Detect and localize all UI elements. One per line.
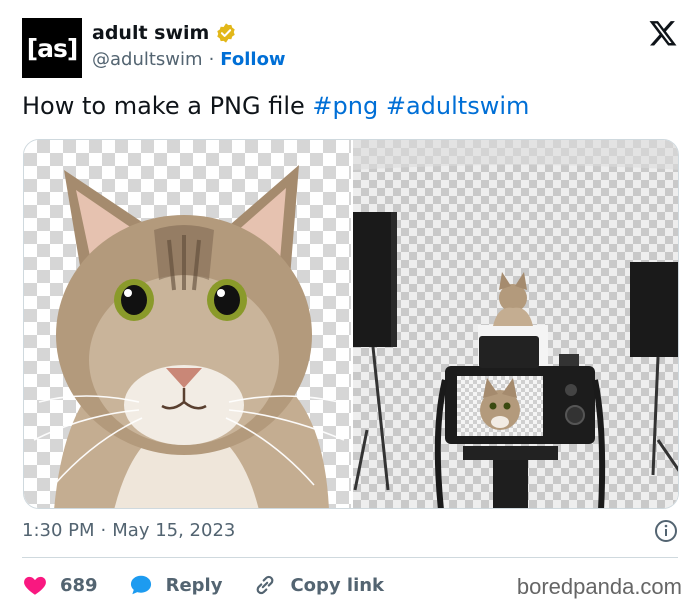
time: 1:30 PM — [22, 520, 95, 541]
divider — [22, 557, 678, 558]
x-logo-icon[interactable] — [648, 18, 678, 48]
action-bar: 689 Reply Copy link — [22, 572, 414, 598]
timestamp[interactable]: 1:30 PM · May 15, 2023 — [22, 520, 235, 541]
tweet-text: How to make a PNG file #png #adultswim — [22, 92, 529, 120]
handle-row: @adultswim · Follow — [92, 49, 286, 70]
display-name[interactable]: adult swim — [92, 22, 209, 44]
avatar[interactable]: [as] — [22, 18, 82, 78]
reply-label: Reply — [165, 574, 223, 596]
info-icon[interactable] — [654, 519, 678, 543]
name-row: adult swim — [92, 22, 237, 44]
hashtag-png[interactable]: #png — [312, 92, 378, 120]
reply-button[interactable]: Reply — [128, 572, 223, 598]
separator-dot: · — [208, 49, 215, 70]
date: May 15, 2023 — [112, 520, 236, 541]
cat-image[interactable] — [24, 140, 351, 508]
media-grid[interactable] — [23, 139, 679, 509]
copy-link-button[interactable]: Copy link — [252, 572, 384, 598]
watermark: boredpanda.com — [516, 574, 682, 599]
speech-bubble-icon — [130, 575, 151, 595]
tweet-body: How to make a PNG file — [22, 92, 305, 120]
handle[interactable]: @adultswim — [92, 49, 203, 70]
tweet-card: [as] adult swim @adultswim · Follow How … — [0, 0, 700, 612]
follow-button[interactable]: Follow — [220, 49, 285, 70]
studio-image[interactable] — [351, 140, 678, 508]
copy-link-label: Copy link — [290, 574, 385, 596]
photo-studio-camera-icon — [353, 140, 678, 508]
like-button[interactable]: 689 — [22, 572, 98, 598]
link-icon — [257, 575, 274, 595]
like-count: 689 — [60, 574, 98, 596]
verified-badge-icon — [217, 23, 236, 43]
heart-icon — [24, 576, 46, 595]
hashtag-adultswim[interactable]: #adultswim — [386, 92, 530, 120]
cat-photo-icon — [33, 165, 345, 508]
separator-dot: · — [100, 520, 107, 541]
